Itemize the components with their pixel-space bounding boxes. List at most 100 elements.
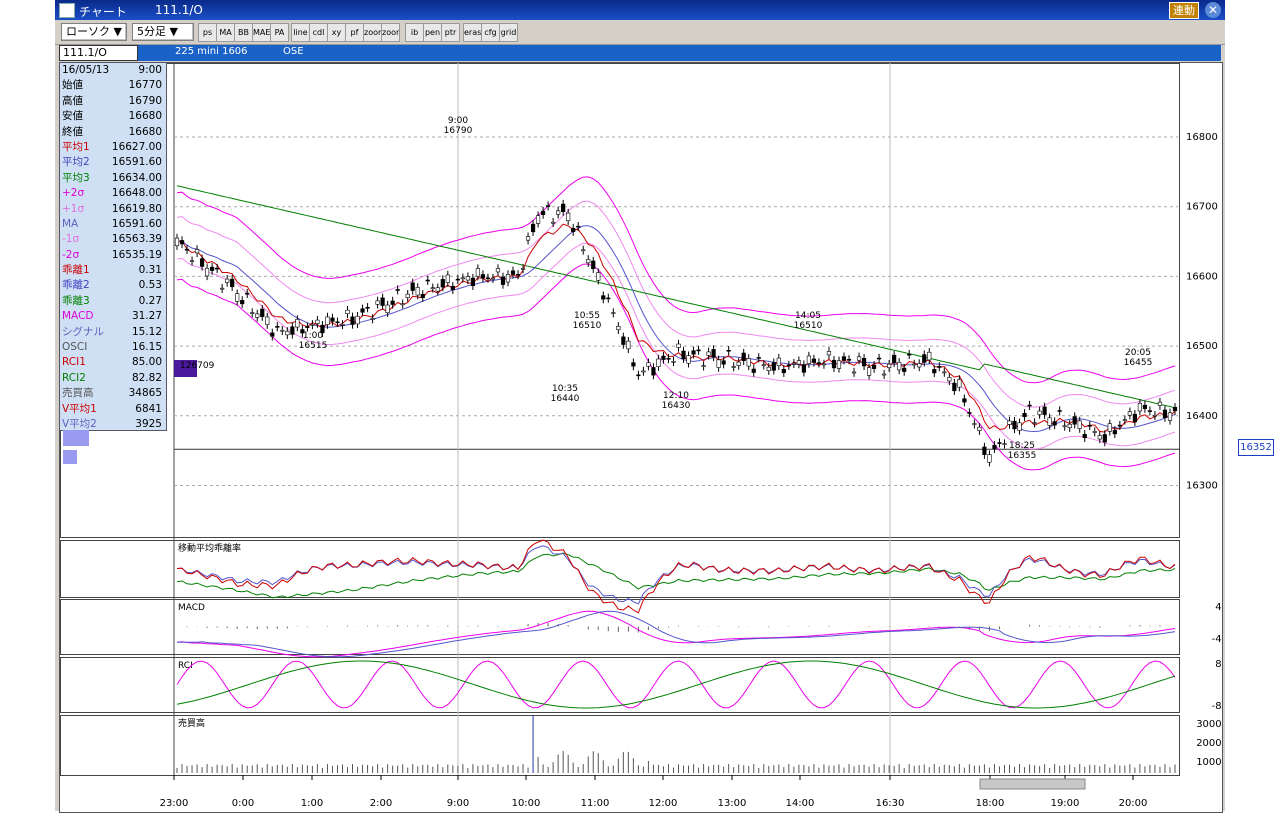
candle-body [993,445,997,448]
candle-body [185,249,189,250]
close-icon[interactable]: ✕ [1205,2,1221,18]
symbol-input[interactable]: 111.1/O [59,45,138,61]
tool-pen-icon[interactable]: pen [423,23,442,42]
tool-MA-icon[interactable]: MA [216,23,235,42]
candle-body [1068,424,1072,427]
candle-body [637,375,641,376]
candle-body [1048,418,1052,426]
chart-canvas[interactable]: 1680016700166001650016400163009:00167901… [60,63,1222,812]
data-panel-row: 平均316634.00 [60,171,166,186]
tool-ib-icon[interactable]: ib [405,23,424,42]
candle-body [988,455,992,463]
candle-body [882,374,886,375]
data-panel-label: 平均3 [62,171,90,186]
data-panel-row: 終値16680 [60,125,166,140]
candle-body [777,358,781,366]
subchart-tick-label: 80 [1215,659,1222,670]
data-panel-label: 平均1 [62,140,90,155]
annotation-time: 1:00 [303,331,323,341]
candle-body [1103,434,1107,442]
time-tick-label: 19:00 [1051,798,1080,809]
data-panel-label: OSCI [62,340,87,355]
panel-frame [61,716,1180,776]
candle-body [687,356,691,364]
tool-ps-icon[interactable]: ps [198,23,217,42]
subchart-tick-label: -80 [1212,701,1222,712]
tool-PA-icon[interactable]: PA [270,23,289,42]
candle-body [586,259,590,262]
candle-body [531,224,535,232]
tool-grid-icon[interactable]: grid [499,23,518,42]
data-panel-row: RCI282.82 [60,371,166,386]
interval-select[interactable]: 5分足 ▼ [132,23,194,41]
tool-eraser-icon[interactable]: eraser [463,23,482,42]
data-panel-value: 16591.60 [112,217,162,232]
tool-cdl-icon[interactable]: cdl [309,23,328,42]
candle-body [1063,426,1067,427]
data-panel-label: 始値 [62,78,83,93]
annotation-price: 16510 [794,321,823,331]
link-button[interactable]: 連動 [1169,2,1199,19]
candle-body [466,277,470,280]
candle-body [250,312,254,313]
candle-body [291,327,295,335]
candle-body [1013,421,1017,429]
tool-cfg-icon[interactable]: cfg [481,23,500,42]
candle-body [316,320,320,323]
candle-body [877,358,881,359]
candle-body [672,361,676,362]
tool-zoomr-icon[interactable]: zoomr [381,23,400,42]
data-panel-row: MACD31.27 [60,309,166,324]
candle-body [1133,414,1137,422]
tool-ptr-icon[interactable]: ptr [441,23,460,42]
horizontal-scrollbar [980,779,1085,789]
candle-body [556,211,560,214]
candle-body [627,341,631,349]
data-panel-label: 終値 [62,125,83,140]
candle-body [702,366,706,367]
price-tick-label: 16300 [1186,481,1218,492]
time-tick-label: 14:00 [786,798,815,809]
subchart-tick-label: 40 [1215,602,1222,613]
chart-window-icon [59,3,75,18]
tool-xy-icon[interactable]: xy [327,23,346,42]
subchart-tick-label: 30000 [1196,719,1222,730]
candle-body [862,358,866,366]
candle-body [516,274,520,275]
candle-body [847,359,851,360]
candle-body [446,275,450,283]
title-bar[interactable]: チャート 111.1/O 連動 ✕ [55,0,1225,20]
annotation-time: 12:10 [663,391,689,401]
candle-body [707,352,711,355]
tool-BB-icon[interactable]: BB [234,23,253,42]
data-panel-value: 16563.39 [112,232,162,247]
data-panel-value: 16680 [129,109,162,124]
candle-body [526,237,530,240]
chart-type-select[interactable]: ローソク ▼ [61,23,127,41]
candle-body [411,283,415,291]
last-price-tag: 16352 [1238,439,1274,456]
candle-body [682,351,686,359]
data-panel-label: +2σ [62,186,84,201]
candle-body [561,204,565,212]
candle-body [772,363,776,371]
candle-body [837,361,841,369]
candle-body [832,360,836,368]
tool-MAE-icon[interactable]: MAE [252,23,271,42]
annotation-time: 20:05 [1125,348,1151,358]
tool-zoom-icon[interactable]: zoom [363,23,382,42]
candle-body [1123,420,1127,421]
candle-body [456,279,460,280]
data-panel-value: 0.27 [139,294,162,309]
candle-body [205,268,209,276]
tool-pf-icon[interactable]: pf [345,23,364,42]
candle-body [1058,410,1062,411]
data-panel-label: RCI1 [62,355,86,370]
candle-body [953,383,957,391]
annotation-price: 16510 [573,321,602,331]
data-panel-value: 16535.19 [112,248,162,263]
chart-area[interactable]: 1680016700166001650016400163009:00167901… [59,62,1223,813]
candle-body [722,361,726,364]
tool-line-icon[interactable]: line [291,23,310,42]
data-panel-value: 34865 [129,386,162,401]
